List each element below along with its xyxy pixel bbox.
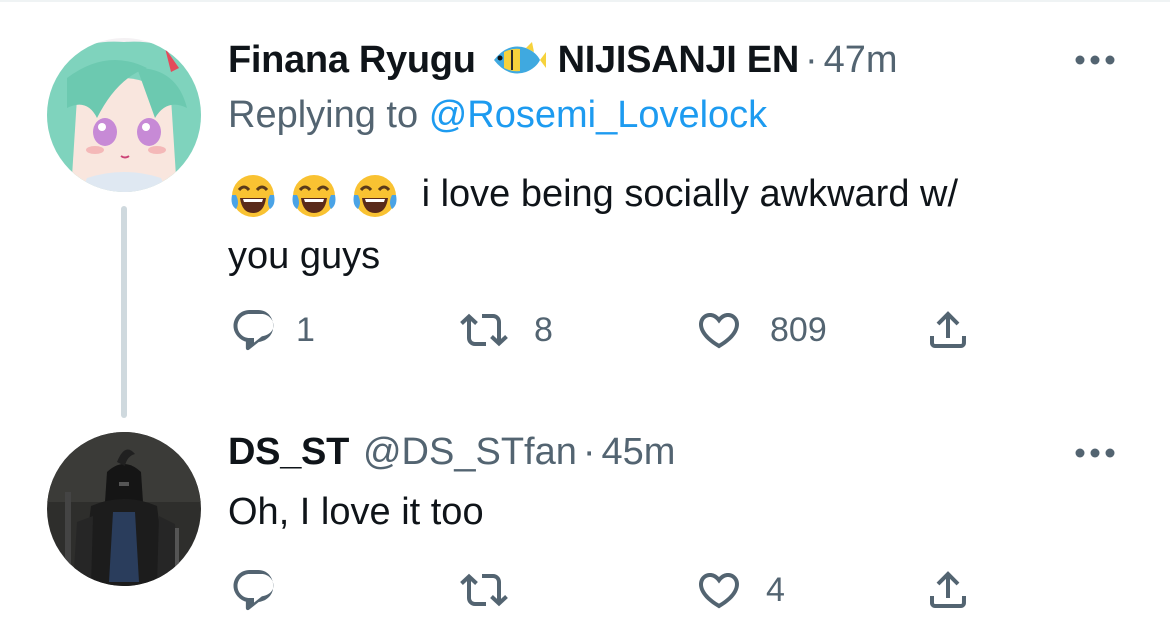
retweet-button[interactable] (456, 566, 530, 614)
timestamp[interactable]: 45m (602, 431, 676, 474)
top-divider (0, 0, 1170, 2)
share-button[interactable] (924, 306, 972, 354)
heart-icon (694, 566, 744, 614)
face-with-tears-of-joy-icon (350, 171, 400, 221)
retweet-button[interactable]: 8 (456, 306, 553, 354)
tweet-text-line-2: you guys (228, 235, 381, 277)
affiliation-label: NIJISANJI EN (557, 38, 800, 81)
like-count: 809 (770, 310, 827, 349)
tweet-header: DS_ST @DS_STfan · 45m (228, 428, 675, 476)
retweet-icon (456, 306, 512, 354)
timestamp[interactable]: 47m (824, 39, 898, 82)
tweet-text-line-1: i love being socially awkward w/ (421, 173, 959, 215)
display-name[interactable]: Finana Ryugu (228, 39, 476, 82)
more-options-icon[interactable] (1074, 446, 1116, 458)
share-icon (924, 566, 972, 614)
reply-count: 1 (296, 310, 315, 349)
retweet-icon (456, 566, 512, 614)
tropical-fish-icon (490, 40, 546, 80)
emoji-group (228, 171, 411, 221)
heart-icon (694, 306, 744, 354)
share-icon (924, 306, 972, 354)
tweet-header: Finana Ryugu NIJISANJI EN · 47m (228, 36, 898, 84)
retweet-count: 8 (534, 310, 553, 349)
user-handle[interactable]: @DS_STfan (363, 431, 577, 474)
like-count: 4 (766, 570, 785, 609)
thread-connector-line (121, 206, 127, 418)
share-button[interactable] (924, 566, 972, 614)
separator-dot: · (582, 430, 596, 473)
like-button[interactable]: 809 (694, 306, 827, 354)
separator-dot: · (805, 38, 818, 81)
like-button[interactable]: 4 (694, 566, 785, 614)
replying-to-line: Replying to @Rosemi_Lovelock (228, 94, 767, 137)
more-options-icon[interactable] (1074, 53, 1116, 65)
avatar-finana[interactable] (47, 38, 201, 192)
replying-prefix: Replying to (228, 94, 419, 136)
reply-button[interactable] (230, 566, 296, 614)
reply-icon (230, 306, 278, 354)
display-name[interactable]: DS_ST (228, 431, 349, 474)
avatar-ds-st[interactable] (47, 432, 201, 586)
reply-icon (230, 566, 278, 614)
reply-button[interactable]: 1 (230, 306, 315, 354)
replying-to-handle-link[interactable]: @Rosemi_Lovelock (429, 94, 768, 136)
face-with-tears-of-joy-icon (228, 171, 278, 221)
face-with-tears-of-joy-icon (289, 171, 339, 221)
tweet-text: Oh, I love it too (228, 491, 484, 533)
tweet-body: i love being socially awkward w/ you guy… (228, 163, 958, 287)
